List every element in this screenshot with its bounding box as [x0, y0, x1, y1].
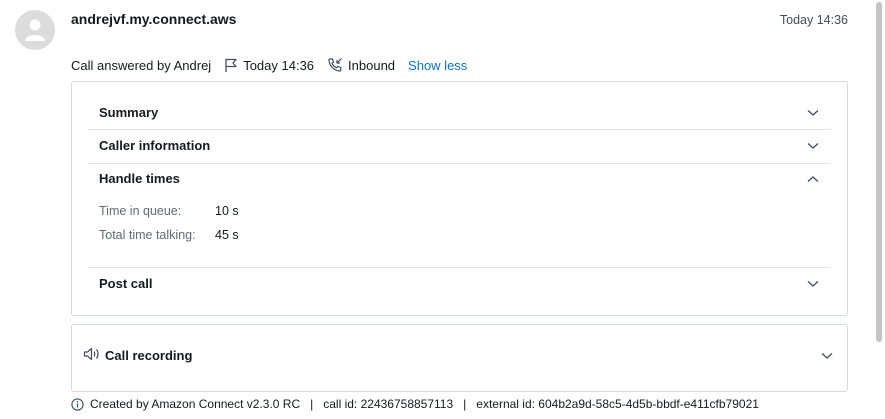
post-call-header[interactable]: Post call: [88, 267, 831, 300]
total-time-talking-value: 45 s: [215, 228, 239, 242]
time-in-queue-value: 10 s: [215, 204, 239, 218]
contact-source-title: andrejvf.my.connect.aws: [71, 11, 237, 27]
caller-information-header[interactable]: Caller information: [88, 129, 831, 162]
footer-separator: |: [463, 397, 467, 411]
chevron-down-icon[interactable]: [807, 142, 831, 150]
chevron-down-icon[interactable]: [821, 348, 833, 363]
chevron-down-icon[interactable]: [807, 109, 831, 117]
total-time-talking-row: Total time talking: 45 s: [99, 228, 239, 242]
answered-by-text: Call answered by Andrej: [71, 57, 212, 73]
total-time-talking-label: Total time talking:: [99, 228, 196, 242]
scrollbar[interactable]: [876, 2, 882, 342]
call-meta-row: Call answered by Andrej Today 14:36 Inbo…: [71, 57, 467, 73]
section-handle-times[interactable]: Handle times: [88, 162, 831, 195]
handle-times-header[interactable]: Handle times: [88, 162, 831, 195]
handle-times-title: Handle times: [99, 171, 180, 186]
section-summary[interactable]: Summary: [88, 96, 831, 129]
chevron-down-icon[interactable]: [807, 280, 831, 288]
created-by-text: Created by Amazon Connect v2.3.0 RC: [90, 397, 301, 411]
footer: Created by Amazon Connect v2.3.0 RC | ca…: [71, 397, 759, 411]
show-less-link[interactable]: Show less: [408, 58, 467, 73]
section-post-call[interactable]: Post call: [88, 267, 831, 300]
external-id-text: external id: 604b2a9d-58c5-4d5b-bbdf-e41…: [476, 397, 759, 411]
call-recording-header[interactable]: Call recording: [83, 347, 833, 364]
time-in-queue-label: Time in queue:: [99, 204, 182, 218]
summary-header[interactable]: Summary: [88, 96, 831, 129]
speaker-icon: [83, 347, 101, 364]
footer-separator: |: [310, 397, 314, 411]
user-avatar-icon: [25, 19, 45, 41]
section-caller-information[interactable]: Caller information: [88, 129, 831, 162]
caller-information-title: Caller information: [99, 138, 211, 153]
call-details-card: Summary Caller information Handle times …: [71, 81, 848, 316]
call-recording-card: Call recording: [71, 324, 848, 392]
flag-icon: [224, 58, 238, 73]
call-recording-title: Call recording: [105, 348, 193, 363]
call-id-text: call id: 22436758857113: [323, 397, 454, 411]
header-timestamp: Today 14:36: [779, 13, 848, 27]
chevron-up-icon[interactable]: [807, 175, 831, 183]
info-icon: [71, 397, 84, 411]
avatar: [15, 10, 55, 50]
post-call-title: Post call: [99, 276, 153, 291]
summary-title: Summary: [99, 105, 159, 120]
phone-inbound-icon: [327, 57, 343, 73]
call-time-text: Today 14:36: [243, 57, 315, 73]
time-in-queue-row: Time in queue: 10 s: [99, 204, 239, 218]
call-direction-text: Inbound: [348, 57, 396, 73]
